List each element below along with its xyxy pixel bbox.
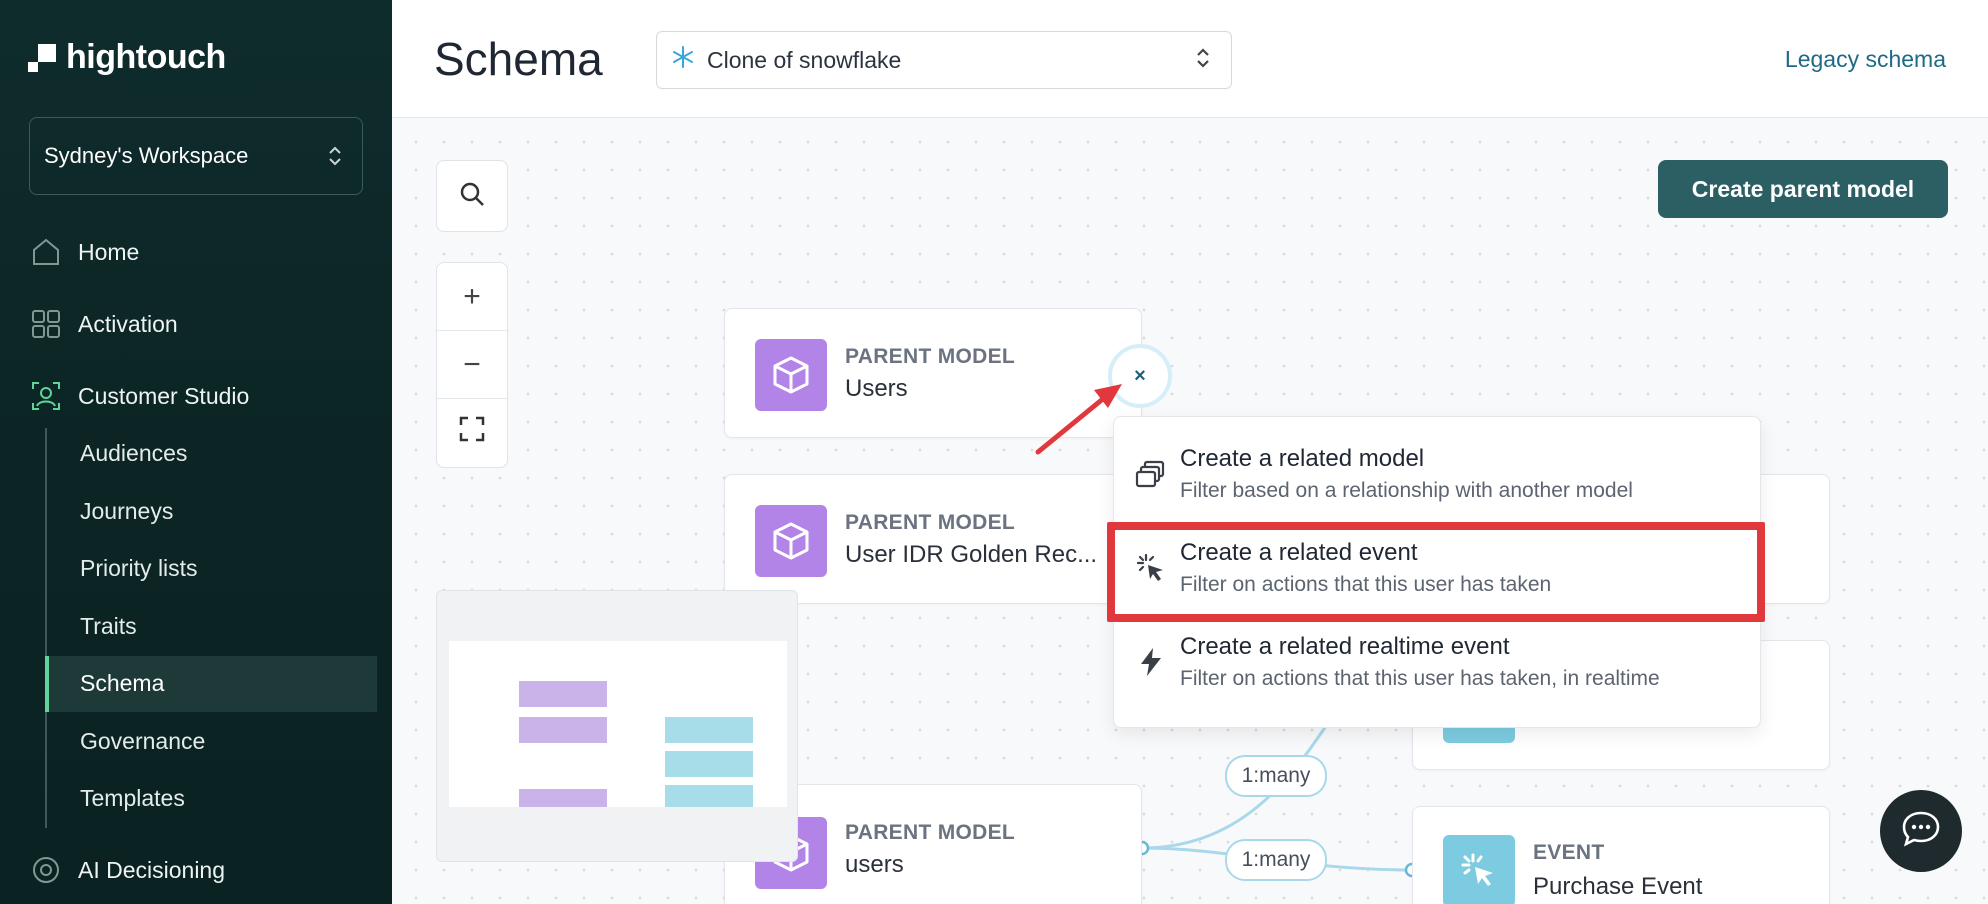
node-kind: EVENT xyxy=(1533,841,1605,864)
sidebar-item-priority-lists[interactable]: Priority lists xyxy=(80,555,198,582)
sidebar-item-customer-studio[interactable]: Customer Studio xyxy=(30,380,249,412)
minimap-viewport xyxy=(449,641,787,807)
user-frame-icon xyxy=(30,380,62,412)
cube-icon xyxy=(755,339,827,411)
fullscreen-icon xyxy=(458,415,486,451)
chat-bubble-icon xyxy=(1899,807,1943,856)
sidebar-item-schema[interactable]: Schema xyxy=(80,670,164,697)
menu-item-subtitle: Filter based on a relationship with anot… xyxy=(1180,479,1633,502)
snowflake-icon xyxy=(671,45,695,75)
annotation-highlight-box xyxy=(1107,522,1765,622)
workspace-switcher[interactable]: Sydney's Workspace xyxy=(29,117,363,195)
menu-item-subtitle: Filter on actions that this user has tak… xyxy=(1180,667,1660,690)
node-parent-users[interactable]: PARENT MODEL Users xyxy=(724,308,1142,438)
node-kind: PARENT MODEL xyxy=(845,821,1016,844)
zoom-controls: + − xyxy=(436,262,508,468)
cube-icon xyxy=(755,505,827,577)
menu-item-title: Create a related model xyxy=(1180,445,1425,472)
sidebar: hightouch Sydney's Workspace Home Activa… xyxy=(0,0,392,904)
create-parent-model-button[interactable]: Create parent model xyxy=(1658,160,1948,218)
chevron-updown-icon xyxy=(328,144,342,168)
sidebar-item-ai-decisioning[interactable]: AI Decisioning xyxy=(30,854,225,886)
sidebar-item-label: Home xyxy=(78,238,140,265)
chevron-updown-icon xyxy=(1195,45,1211,76)
zoom-out-button[interactable]: − xyxy=(437,331,507,399)
sidebar-item-label: Customer Studio xyxy=(78,382,250,409)
minimap[interactable] xyxy=(436,590,798,862)
node-event-purchase[interactable]: EVENT Purchase Event xyxy=(1412,806,1830,904)
search-icon xyxy=(458,180,486,213)
workspace-name: Sydney's Workspace xyxy=(44,143,249,168)
node-name: User IDR Golden Rec... xyxy=(845,541,1098,568)
sidebar-item-traits[interactable]: Traits xyxy=(80,613,137,640)
sidebar-item-audiences[interactable]: Audiences xyxy=(80,440,187,467)
brand-name: hightouch xyxy=(66,38,226,76)
canvas-search-button[interactable] xyxy=(436,160,508,232)
menu-item-related-realtime-event[interactable]: Create a related realtime event Filter o… xyxy=(1114,619,1762,707)
source-select[interactable]: Clone of snowflake xyxy=(656,31,1232,89)
sidebar-item-templates[interactable]: Templates xyxy=(80,785,185,812)
home-icon xyxy=(30,236,62,268)
logo[interactable]: hightouch xyxy=(28,38,226,77)
submenu-rail xyxy=(45,428,47,828)
grid-icon xyxy=(30,308,62,340)
legacy-schema-link[interactable]: Legacy schema xyxy=(1785,46,1946,73)
sidebar-item-journeys[interactable]: Journeys xyxy=(80,498,173,525)
node-name: users xyxy=(845,851,904,878)
click-icon xyxy=(1443,835,1515,904)
sidebar-item-governance[interactable]: Governance xyxy=(80,728,205,755)
zoom-in-button[interactable]: + xyxy=(437,263,507,331)
plus-icon: + xyxy=(463,279,481,313)
page-title: Schema xyxy=(434,33,603,85)
edge-label[interactable]: 1:many xyxy=(1225,839,1327,881)
sidebar-item-home[interactable]: Home xyxy=(30,236,139,268)
node-kind: PARENT MODEL xyxy=(845,345,1016,368)
node-name: Purchase Event xyxy=(1533,873,1703,900)
hightouch-logo-icon xyxy=(28,43,56,72)
bolt-icon xyxy=(1134,645,1168,679)
menu-item-title: Create a related realtime event xyxy=(1180,633,1510,660)
sidebar-item-label: AI Decisioning xyxy=(78,856,226,883)
fit-view-button[interactable] xyxy=(437,399,507,467)
ai-icon xyxy=(30,854,62,886)
menu-item-related-model[interactable]: Create a related model Filter based on a… xyxy=(1114,431,1762,519)
close-button[interactable]: × xyxy=(1108,344,1172,408)
stack-icon xyxy=(1134,457,1168,491)
node-name: Users xyxy=(845,375,908,402)
sidebar-item-label: Activation xyxy=(78,310,178,337)
edge-label[interactable]: 1:many xyxy=(1225,755,1327,797)
minus-icon: − xyxy=(463,347,481,381)
node-kind: PARENT MODEL xyxy=(845,511,1016,534)
sidebar-item-activation[interactable]: Activation xyxy=(30,308,178,340)
source-select-value: Clone of snowflake xyxy=(707,46,902,73)
chat-support-button[interactable] xyxy=(1880,790,1962,872)
page-header: Schema Clone of snowflake Legacy schema xyxy=(392,0,1988,118)
node-parent-user-idr[interactable]: PARENT MODEL User IDR Golden Rec... xyxy=(724,474,1142,604)
